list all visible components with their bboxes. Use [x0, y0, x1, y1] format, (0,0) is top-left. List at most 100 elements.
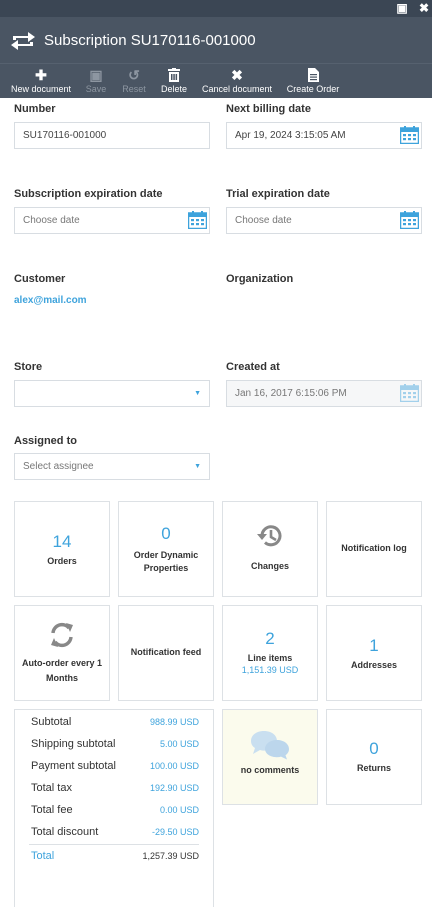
- comments-label: no comments: [240, 765, 300, 775]
- changes-widget[interactable]: Changes: [222, 501, 318, 597]
- subscription-blade: ▣ ✖ Subscription SU170116-001000 ✚ New d…: [0, 0, 432, 907]
- totals-value: -29.50 USD: [151, 827, 199, 837]
- new-document-label: New document: [10, 84, 72, 94]
- chevron-down-icon: ▼: [194, 463, 201, 470]
- subscription-expiration-label: Subscription expiration date: [14, 188, 163, 200]
- auto-order-widget[interactable]: Auto-order every 1 Months: [14, 605, 110, 701]
- calendar-icon: [400, 384, 419, 402]
- subscription-expiration-field[interactable]: Choose date: [14, 207, 210, 234]
- toolbar: ✚ New document ▣ Save ↺ Reset Delete ✖ C…: [0, 63, 432, 98]
- comments-icon: [251, 731, 289, 760]
- changes-label: Changes: [250, 561, 289, 571]
- totals-label: Subtotal: [31, 716, 72, 728]
- reset-label: Reset: [122, 84, 146, 94]
- returns-widget[interactable]: 0 Returns: [326, 709, 422, 805]
- trash-icon: [157, 66, 191, 84]
- totals-label: Payment subtotal: [31, 760, 116, 772]
- totals-label: Total tax: [31, 782, 72, 794]
- calendar-icon[interactable]: [188, 211, 207, 229]
- calendar-icon[interactable]: [400, 126, 419, 144]
- assignee-placeholder: Select assignee: [23, 461, 94, 472]
- dynamic-properties-count: 0: [161, 524, 171, 543]
- line-items-widget[interactable]: 2 Line items 1,151.39 USD: [222, 605, 318, 701]
- totals-value: 988.99 USD: [149, 717, 199, 727]
- subscription-expiration-placeholder: Choose date: [23, 215, 80, 226]
- customer-label: Customer: [14, 273, 66, 285]
- orders-label: Orders: [47, 556, 77, 566]
- number-field[interactable]: SU170116-001000: [14, 122, 210, 149]
- save-button[interactable]: ▣ Save: [80, 66, 112, 98]
- organization-label: Organization: [226, 273, 294, 285]
- close-icon[interactable]: ✖: [416, 1, 432, 16]
- delete-button[interactable]: Delete: [157, 66, 191, 98]
- totals-divider: [29, 844, 199, 845]
- created-at-field: Jan 16, 2017 6:15:06 PM: [226, 380, 422, 407]
- notification-log-label: Notification log: [341, 543, 407, 553]
- totals-value: 100.00 USD: [149, 761, 199, 771]
- totals-row-tax: Total tax 192.90 USD: [31, 781, 199, 795]
- cancel-document-label: Cancel document: [201, 84, 273, 94]
- dynamic-properties-label-line2: Properties: [143, 563, 189, 573]
- history-icon: [257, 525, 282, 547]
- chevron-down-icon: ▼: [194, 390, 201, 397]
- cancel-document-button[interactable]: ✖ Cancel document: [200, 66, 274, 98]
- totals-label: Shipping subtotal: [31, 738, 116, 750]
- notification-log-widget[interactable]: Notification log: [326, 501, 422, 597]
- line-items-label: Line items: [247, 653, 293, 663]
- notification-feed-widget[interactable]: Notification feed: [118, 605, 214, 701]
- store-select[interactable]: ▼: [14, 380, 210, 407]
- line-items-count: 2: [265, 629, 275, 648]
- orders-count: 14: [52, 532, 72, 551]
- customer-link[interactable]: alex@mail.com: [14, 295, 87, 306]
- returns-label: Returns: [356, 763, 391, 773]
- trial-expiration-placeholder: Choose date: [235, 215, 292, 226]
- totals-row-total: Total 1,257.39 USD: [31, 849, 199, 863]
- create-order-button[interactable]: Create Order: [284, 66, 342, 98]
- assignee-select[interactable]: Select assignee ▼: [14, 453, 210, 480]
- delete-label: Delete: [160, 84, 187, 94]
- totals-row-fee: Total fee 0.00 USD: [31, 803, 199, 817]
- auto-order-label-line1: Auto-order every 1: [21, 658, 103, 668]
- floppy-icon: ▣: [89, 67, 103, 83]
- new-document-button[interactable]: ✚ New document: [9, 66, 73, 98]
- blade-header: Subscription SU170116-001000: [0, 17, 432, 63]
- reset-button[interactable]: ↺ Reset: [117, 66, 151, 98]
- dynamic-properties-widget[interactable]: 0 Order Dynamic Properties: [118, 501, 214, 597]
- calendar-icon[interactable]: [400, 211, 419, 229]
- plus-icon: ✚: [35, 67, 47, 83]
- dynamic-properties-label-line1: Order Dynamic: [133, 550, 199, 560]
- auto-order-label-line2: Months: [46, 673, 78, 683]
- trial-expiration-field[interactable]: Choose date: [226, 207, 422, 234]
- line-items-total: 1,151.39 USD: [241, 665, 299, 675]
- assigned-to-label: Assigned to: [14, 435, 77, 447]
- next-billing-field[interactable]: Apr 19, 2024 3:15:05 AM: [226, 122, 422, 149]
- notification-feed-label: Notification feed: [130, 647, 202, 657]
- refresh-icon: [51, 622, 73, 648]
- comments-widget[interactable]: no comments: [222, 709, 318, 805]
- maximize-icon[interactable]: ▣: [394, 1, 410, 16]
- number-label: Number: [14, 103, 56, 115]
- totals-widget[interactable]: Subtotal 988.99 USD Shipping subtotal 5.…: [14, 709, 214, 907]
- totals-label: Total: [31, 850, 55, 862]
- totals-label: Total fee: [31, 804, 73, 816]
- subscription-repeat-icon: [11, 32, 35, 50]
- totals-value: 5.00 USD: [159, 739, 199, 749]
- document-icon: [284, 66, 342, 84]
- orders-widget[interactable]: 14 Orders: [14, 501, 110, 597]
- create-order-label: Create Order: [286, 84, 340, 94]
- totals-value: 1,257.39 USD: [142, 851, 199, 861]
- x-icon: ✖: [231, 67, 243, 83]
- page-title: Subscription SU170116-001000: [44, 32, 256, 49]
- undo-icon: ↺: [128, 67, 140, 83]
- next-billing-label: Next billing date: [226, 103, 311, 115]
- next-billing-value: Apr 19, 2024 3:15:05 AM: [235, 130, 346, 141]
- totals-row-shipping: Shipping subtotal 5.00 USD: [31, 737, 199, 751]
- totals-label: Total discount: [31, 826, 99, 838]
- addresses-label: Addresses: [350, 660, 398, 670]
- addresses-count: 1: [369, 636, 379, 655]
- totals-value: 192.90 USD: [149, 783, 199, 793]
- trial-expiration-label: Trial expiration date: [226, 188, 330, 200]
- addresses-widget[interactable]: 1 Addresses: [326, 605, 422, 701]
- totals-row-payment: Payment subtotal 100.00 USD: [31, 759, 199, 773]
- save-label: Save: [85, 84, 107, 94]
